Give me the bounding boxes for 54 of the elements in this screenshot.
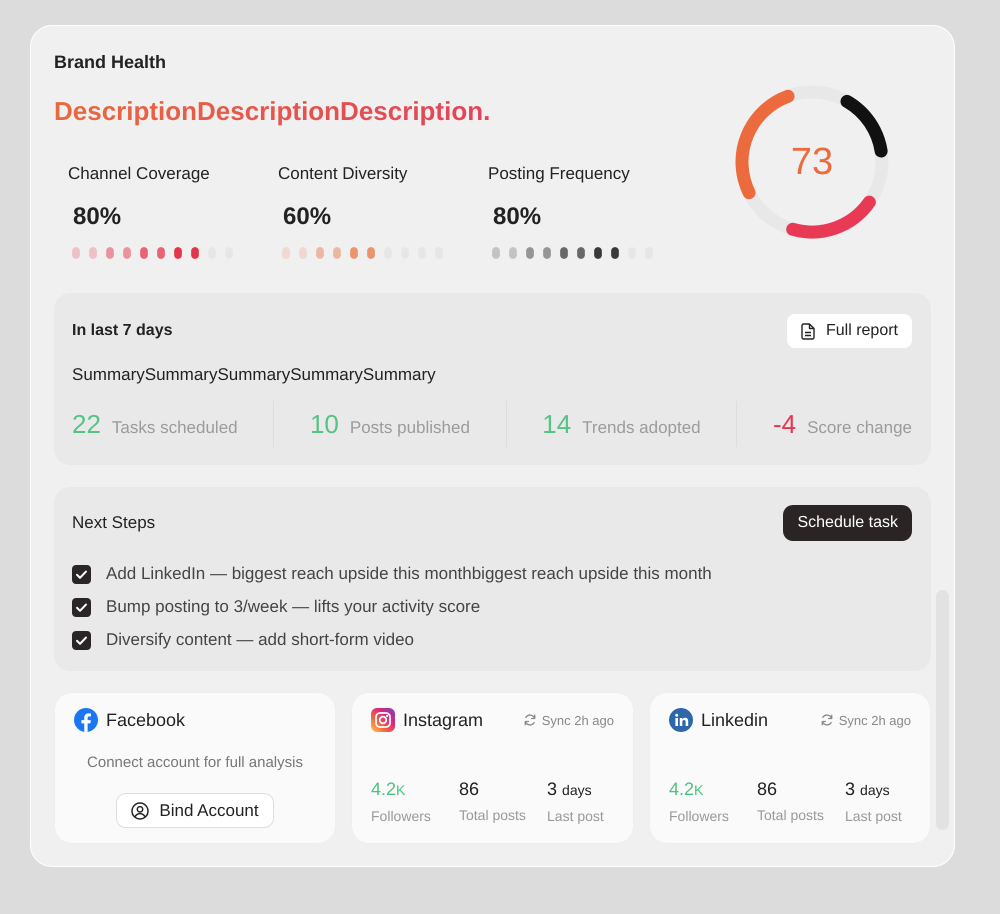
panel-title: Next Steps [72, 512, 156, 534]
stat-label: Total posts [459, 806, 526, 825]
account-name: Linkedin [701, 710, 768, 730]
bind-account-button[interactable]: Bind Account [116, 793, 274, 828]
account-name: Instagram [403, 710, 484, 730]
sync-status: Sync 2h ago [838, 712, 911, 728]
instagram-logo-icon [371, 708, 395, 732]
account-name: Facebook [106, 710, 186, 730]
stat-label: Total posts [757, 806, 824, 825]
checklist-text: Bump posting to 3/week — lifts your activity score [106, 596, 480, 618]
schedule-task-button[interactable]: Schedule task [783, 505, 912, 541]
stat-label: Last post [845, 807, 902, 826]
sync-icon [820, 713, 834, 727]
checkbox[interactable] [72, 598, 91, 616]
checkbox[interactable] [72, 564, 91, 584]
metric-value: 60% [283, 202, 332, 232]
stat-label: Posts published [350, 418, 470, 438]
user-icon [131, 802, 150, 820]
stat-label: Score change [807, 418, 912, 438]
stat-label: Tasks scheduled [112, 418, 238, 438]
stat-label: Trends adopted [582, 418, 701, 438]
score-value: 73 [790, 140, 834, 184]
stat-value: 86 [459, 778, 480, 801]
metric-label: Posting Frequency [488, 163, 630, 185]
stat-value: -4 [772, 408, 796, 440]
linkedin-logo-icon [669, 708, 693, 732]
checklist-text: Add LinkedIn — biggest reach upside this monthbiggest reach upside this month [106, 563, 712, 585]
score-ring-arc [840, 94, 888, 158]
stat-value: 10 [310, 408, 339, 440]
stat-label: Followers [371, 807, 431, 826]
stat-value: 22 [72, 408, 101, 440]
full-report-button[interactable]: Full report [786, 314, 912, 348]
card-title: Brand Health [54, 51, 166, 74]
metric-label: Content Diversity [278, 163, 408, 185]
metric-value: 80% [73, 202, 122, 232]
document-icon [800, 322, 815, 340]
stat-value: 86 [757, 778, 778, 801]
sync-status: Sync 2h ago [542, 712, 614, 728]
panel-title: In last 7 days [72, 321, 172, 341]
summary-text: SummarySummarySummarySummarySummary [72, 364, 436, 386]
stat-value: 4.2K [371, 778, 406, 801]
stat-label: Last post [547, 807, 604, 826]
checklist-text: Diversify content — add short-form video [106, 629, 414, 651]
metric-value: 80% [493, 202, 542, 232]
connect-message: Connect account for full analysis [87, 753, 303, 773]
stat-value: 14 [542, 408, 572, 440]
sync-icon [522, 713, 537, 727]
facebook-logo-icon [74, 708, 98, 732]
metric-label: Channel Coverage [68, 163, 210, 185]
stat-value: 3 days [547, 778, 592, 801]
stat-label: Followers [669, 807, 729, 826]
stat-value: 3 days [845, 778, 890, 801]
checkbox[interactable] [72, 630, 91, 650]
stat-value: 4.2K [669, 778, 704, 801]
